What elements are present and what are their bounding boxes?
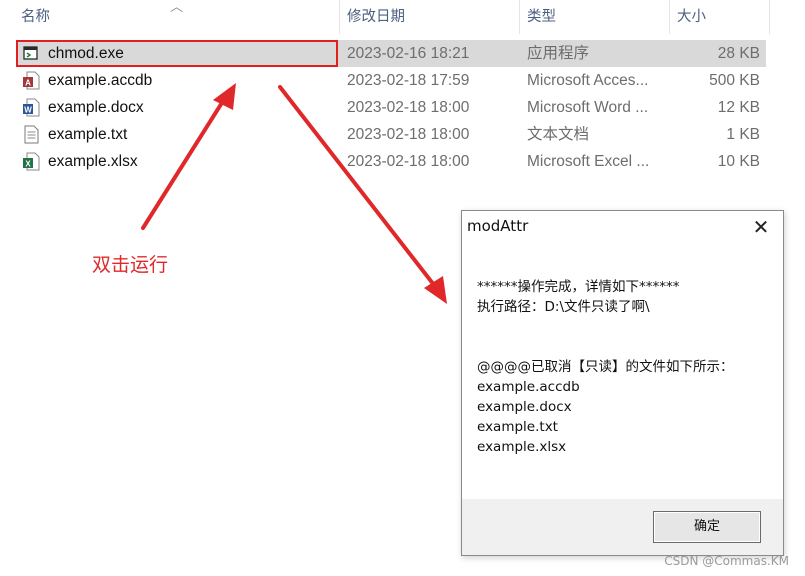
file-explorer: ︿ 名称 修改日期 类型 大小 chmod.exe 2023-02-16 18:… [0,0,805,200]
message-line: example.txt [477,419,558,435]
file-date: 2023-02-18 18:00 [347,126,470,143]
message-line: 执行路径：D:\文件只读了啊\ [477,299,650,315]
modattr-dialog: modAttr ✕ ******操作完成，详情如下****** 执行路径：D:\… [461,210,784,556]
file-size: 28 KB [717,45,760,62]
file-row-example-docx[interactable]: W example.docx 2023-02-18 18:00 Microsof… [16,94,766,121]
svg-text:X: X [25,160,31,169]
file-row-example-txt[interactable]: example.txt 2023-02-18 18:00 文本文档 1 KB [16,121,766,148]
message-line: example.xlsx [477,439,567,455]
file-name: example.docx [48,99,144,116]
file-name: example.xlsx [48,153,138,170]
column-name[interactable]: 名称 [21,0,50,34]
sort-ascending-icon: ︿ [170,0,184,14]
file-row-example-accdb[interactable]: A example.accdb 2023-02-18 17:59 Microso… [16,67,766,94]
file-date: 2023-02-18 18:00 [347,153,470,170]
dialog-footer: 确定 [462,499,783,555]
file-type: Microsoft Excel ... [527,153,650,170]
file-type: Microsoft Acces... [527,72,649,89]
ok-button[interactable]: 确定 [653,511,761,543]
column-divider [669,0,670,34]
word-icon: W [23,98,40,117]
column-header: ︿ 名称 修改日期 类型 大小 [0,0,770,34]
file-size: 1 KB [726,126,760,143]
column-divider [339,0,340,34]
file-size: 10 KB [717,153,760,170]
dialog-message: ******操作完成，详情如下****** 执行路径：D:\文件只读了啊\ @@… [477,277,734,457]
file-name: example.accdb [48,72,153,89]
file-date: 2023-02-18 18:00 [347,99,470,116]
file-size: 500 KB [709,72,760,89]
file-name: example.txt [48,126,128,143]
message-line: @@@@已取消【只读】的文件如下所示： [477,359,734,375]
annotation-double-click-label: 双击运行 [92,254,169,276]
file-type: Microsoft Word ... [527,99,649,116]
excel-icon: X [23,152,40,171]
close-icon[interactable]: ✕ [739,211,783,243]
access-icon: A [23,71,40,90]
text-file-icon [24,125,39,144]
red-highlight-box [16,40,338,67]
column-size[interactable]: 大小 [677,0,706,34]
arrowhead-to-dialog [424,276,447,304]
message-line: ******操作完成，详情如下****** [477,279,680,295]
message-line: example.docx [477,399,572,415]
watermark: CSDN @Commas.KM [664,554,789,568]
column-divider [769,0,770,34]
file-date: 2023-02-18 17:59 [347,72,470,89]
column-divider [519,0,520,34]
column-type[interactable]: 类型 [527,0,556,34]
file-type: 应用程序 [527,45,590,62]
file-type: 文本文档 [527,126,590,143]
file-row-example-xlsx[interactable]: X example.xlsx 2023-02-18 18:00 Microsof… [16,148,766,175]
svg-text:W: W [24,106,32,115]
message-line: example.accdb [477,379,580,395]
svg-text:A: A [25,79,31,88]
file-size: 12 KB [717,99,760,116]
dialog-title: modAttr [467,217,529,235]
file-date: 2023-02-16 18:21 [347,45,470,62]
column-modified-date[interactable]: 修改日期 [347,0,405,34]
